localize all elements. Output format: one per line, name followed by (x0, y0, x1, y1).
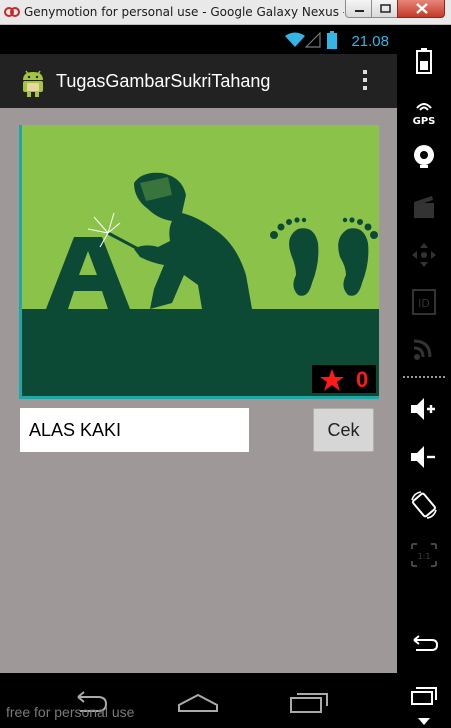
maximize-button[interactable] (371, 0, 398, 18)
dpad-icon (412, 243, 436, 267)
control-panel: GPS ID 1:1 (397, 26, 451, 728)
gps-icon: GPS (413, 103, 436, 127)
svg-text:ID: ID (418, 297, 430, 310)
puzzle-illustration (22, 125, 379, 396)
device-screen: 21.08 TugasGambarSukriTahang 0 ALAS KAKI… (0, 26, 397, 728)
window-titlebar[interactable]: Genymotion for personal use - Google Gal… (0, 0, 451, 25)
screencast-button (397, 186, 451, 226)
battery-button[interactable] (397, 40, 451, 80)
volume-down-icon (411, 446, 435, 468)
rotate-button[interactable] (397, 484, 451, 524)
overflow-dot (363, 70, 367, 74)
answer-input[interactable] (20, 408, 249, 452)
watermark-text: free for personal use (6, 704, 135, 720)
clapperboard-icon (414, 196, 434, 218)
webcam-button[interactable] (397, 136, 451, 176)
content-area: 0 Cek (0, 108, 397, 673)
volume-up-icon (411, 398, 435, 420)
window-title: Genymotion for personal use - Google Gal… (24, 5, 344, 19)
battery-status-icon (327, 31, 337, 49)
rotate-icon (411, 491, 437, 519)
back-icon (413, 635, 439, 651)
scale-icon: 1:1 (411, 543, 437, 567)
webcam-icon (414, 145, 434, 168)
close-icon (416, 3, 428, 14)
overflow-dot (363, 78, 367, 82)
svg-text:GPS: GPS (413, 116, 436, 127)
wifi-icon (285, 32, 305, 47)
dpad-button (397, 234, 451, 274)
close-button[interactable] (397, 0, 445, 18)
menu-icon[interactable] (416, 716, 432, 726)
rss-icon (413, 339, 432, 360)
network-button (397, 328, 451, 368)
signal-icon (305, 32, 321, 48)
puzzle-image: 0 (19, 125, 379, 399)
overflow-menu-button[interactable] (357, 67, 373, 95)
action-bar: TugasGambarSukriTahang (0, 54, 397, 108)
status-time: 21.08 (351, 33, 389, 50)
maximize-icon (380, 4, 391, 13)
volume-down-button[interactable] (397, 436, 451, 476)
android-app-icon[interactable] (20, 67, 46, 97)
panel-divider (403, 376, 445, 378)
panel-back-button[interactable] (397, 624, 451, 664)
overflow-dot (363, 86, 367, 90)
app-title: TugasGambarSukriTahang (56, 71, 271, 91)
gps-button[interactable]: GPS (397, 92, 451, 132)
score-badge: 0 (312, 365, 376, 393)
genymotion-window: Genymotion for personal use - Google Gal… (0, 0, 451, 728)
volume-up-button[interactable] (397, 388, 451, 428)
score-value: 0 (356, 367, 369, 392)
scale-button: 1:1 (397, 534, 451, 574)
home-icon[interactable] (177, 693, 219, 713)
star-icon (320, 369, 344, 391)
id-icon: ID (412, 289, 436, 315)
check-button[interactable]: Cek (313, 408, 374, 452)
battery-icon (416, 48, 432, 74)
recent-apps-icon (411, 687, 437, 705)
device-id-button: ID (397, 281, 451, 321)
genymotion-logo-icon (4, 7, 20, 17)
recent-apps-icon[interactable] (289, 690, 329, 714)
svg-text:1:1: 1:1 (418, 552, 431, 561)
minimize-icon (355, 10, 364, 12)
minimize-button[interactable] (345, 0, 372, 18)
panel-recent-apps-button[interactable] (397, 674, 451, 714)
status-bar: 21.08 (0, 26, 397, 54)
